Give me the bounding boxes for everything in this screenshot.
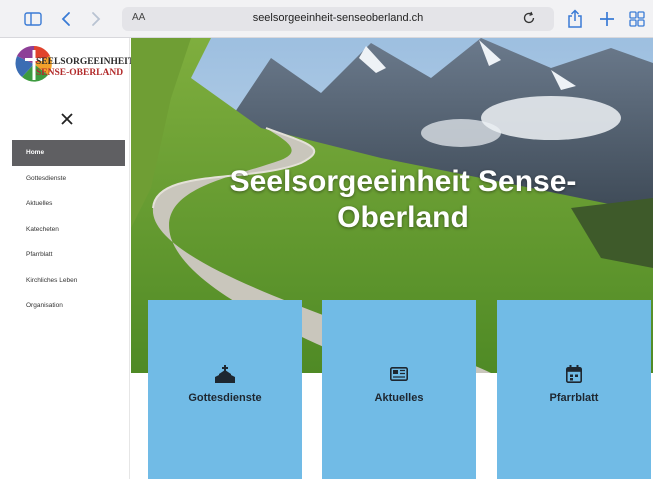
newspaper-icon — [389, 364, 409, 384]
close-icon[interactable] — [58, 110, 76, 128]
nav-item-kirchliches-leben[interactable]: Kirchliches Leben — [12, 268, 125, 294]
tile-aktuelles[interactable]: Aktuelles — [322, 300, 476, 479]
logo-line-1: SEELSORGEEINHEIT — [36, 57, 135, 67]
church-icon — [215, 364, 235, 384]
sidebar-icon[interactable] — [22, 8, 44, 30]
nav-item-home[interactable]: Home — [12, 140, 125, 166]
logo-wordmark: SEELSORGEEINHEIT SENSE-OBERLAND — [36, 57, 134, 79]
nav-item-katecheten[interactable]: Katecheten — [12, 217, 125, 243]
address-bar[interactable]: AA seelsorgeeinheit-senseoberland.ch — [122, 7, 554, 31]
nav-item-aktuelles[interactable]: Aktuelles — [12, 191, 125, 217]
url-text[interactable]: seelsorgeeinheit-senseoberland.ch — [122, 12, 554, 24]
plus-icon[interactable] — [598, 8, 616, 30]
tile-gottesdienste[interactable]: Gottesdienste — [148, 300, 302, 479]
logo-line-2: SENSE-OBERLAND — [36, 68, 124, 78]
tile-label-pfarrblatt: Pfarrblatt — [549, 392, 599, 404]
tabs-icon[interactable] — [628, 8, 646, 30]
nav-item-pfarrblatt[interactable]: Pfarrblatt — [12, 242, 125, 268]
forward-icon[interactable] — [88, 8, 104, 30]
nav-item-gottesdienste[interactable]: Gottesdienste — [12, 166, 125, 192]
reload-icon[interactable] — [522, 11, 538, 27]
back-icon[interactable] — [58, 8, 74, 30]
tile-label-gottesdienste: Gottesdienste — [188, 392, 262, 404]
nav-item-organisation[interactable]: Organisation — [12, 293, 125, 319]
share-icon[interactable] — [566, 8, 584, 30]
hero-title: Seelsorgeeinheit Sense-Oberland — [229, 165, 577, 234]
site-logo[interactable]: SEELSORGEEINHEIT SENSE-OBERLAND — [14, 44, 134, 90]
tile-label-aktuelles: Aktuelles — [374, 392, 424, 404]
browser-toolbar: AA seelsorgeeinheit-senseoberland.ch — [0, 0, 653, 38]
tile-pfarrblatt[interactable]: Pfarrblatt — [497, 300, 651, 479]
nav-menu: Home Gottesdienste Aktuelles Katecheten … — [12, 140, 125, 319]
calendar-icon — [564, 364, 584, 384]
side-navigation: SEELSORGEEINHEIT SENSE-OBERLAND Home Got… — [0, 38, 134, 479]
